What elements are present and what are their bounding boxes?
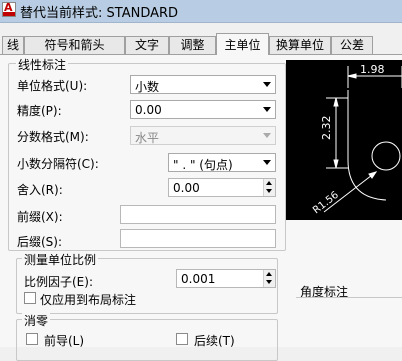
unit-format-label: 单位格式(U): — [17, 79, 88, 93]
decimal-separator-label: 小数分隔符(C): — [17, 157, 99, 171]
layout-only-label: 仅应用到布局标注 — [40, 293, 137, 307]
fraction-format-value: 水平 — [135, 131, 160, 145]
fraction-format-label: 分数格式(M): — [17, 130, 89, 144]
leading-zero-label: 前导(L) — [44, 334, 85, 348]
linear-dimensions-label: 线性标注 — [16, 56, 69, 73]
app-icon: A — [2, 1, 16, 17]
layout-only-checkbox[interactable] — [24, 292, 36, 304]
trailing-zero-checkbox[interactable] — [176, 333, 188, 345]
tab-text[interactable]: 文字 — [125, 36, 169, 54]
arrow-up-icon — [266, 272, 272, 276]
chevron-down-icon — [263, 133, 271, 138]
preview-drawing: 1.98 2.32 R1.56 — [311, 63, 402, 216]
tab-strip: 线 符号和箭头 文字 调整 主单位 换算单位 公差 — [0, 33, 402, 55]
dim-horizontal-text: 1.98 — [360, 63, 385, 76]
arrow-down-icon — [266, 189, 272, 193]
scale-factor-value: 0.001 — [181, 272, 216, 286]
suffix-label: 后缀(S): — [17, 235, 63, 249]
precision-label: 精度(P): — [17, 104, 62, 118]
round-off-spinner[interactable]: 0.00 — [168, 178, 276, 197]
chevron-down-icon — [263, 107, 271, 112]
round-off-value: 0.00 — [173, 181, 200, 195]
precision-dropdown[interactable]: 0.00 — [130, 100, 276, 119]
zero-suppression-label: 消零 — [22, 312, 51, 329]
spinner-buttons[interactable] — [263, 270, 275, 287]
unit-format-dropdown[interactable]: 小数 — [130, 75, 276, 94]
unit-format-value: 小数 — [135, 80, 160, 94]
measurement-scale-label: 测量单位比例 — [22, 251, 99, 268]
spinner-buttons[interactable] — [263, 179, 275, 196]
leading-zero-checkbox[interactable] — [26, 333, 38, 345]
fraction-format-dropdown[interactable]: 水平 — [130, 126, 276, 145]
chevron-down-icon — [263, 160, 271, 165]
trailing-zero-label: 后续(T) — [194, 334, 235, 348]
chevron-down-icon — [263, 82, 271, 87]
tab-tolerances[interactable]: 公差 — [331, 36, 373, 54]
title-bar: A 替代当前样式: STANDARD — [0, 0, 402, 23]
precision-value: 0.00 — [135, 103, 162, 117]
tab-fit[interactable]: 调整 — [169, 36, 216, 54]
tab-lines[interactable]: 线 — [2, 36, 24, 54]
dim-vertical-text: 2.32 — [320, 116, 333, 141]
dimension-preview: 1.98 2.32 R1.56 — [286, 60, 402, 220]
prefix-label: 前缀(X): — [17, 210, 63, 224]
suffix-input[interactable] — [120, 229, 276, 248]
decimal-separator-dropdown[interactable]: " . " (句点) — [168, 153, 276, 172]
tab-symbols-arrows[interactable]: 符号和箭头 — [24, 36, 125, 54]
round-off-label: 舍入(R): — [17, 183, 63, 197]
decimal-separator-value: " . " (句点) — [173, 158, 233, 172]
tab-alternate-units[interactable]: 换算单位 — [269, 36, 331, 54]
scale-factor-label: 比例因子(E): — [24, 275, 93, 289]
window-title: 替代当前样式: STANDARD — [20, 6, 179, 21]
scale-factor-spinner[interactable]: 0.001 — [176, 269, 276, 288]
tab-primary-units[interactable]: 主单位 — [216, 33, 269, 55]
arrow-down-icon — [266, 280, 272, 284]
angular-dimensions-group — [296, 297, 402, 348]
prefix-input[interactable] — [120, 205, 276, 224]
arrow-up-icon — [266, 181, 272, 185]
